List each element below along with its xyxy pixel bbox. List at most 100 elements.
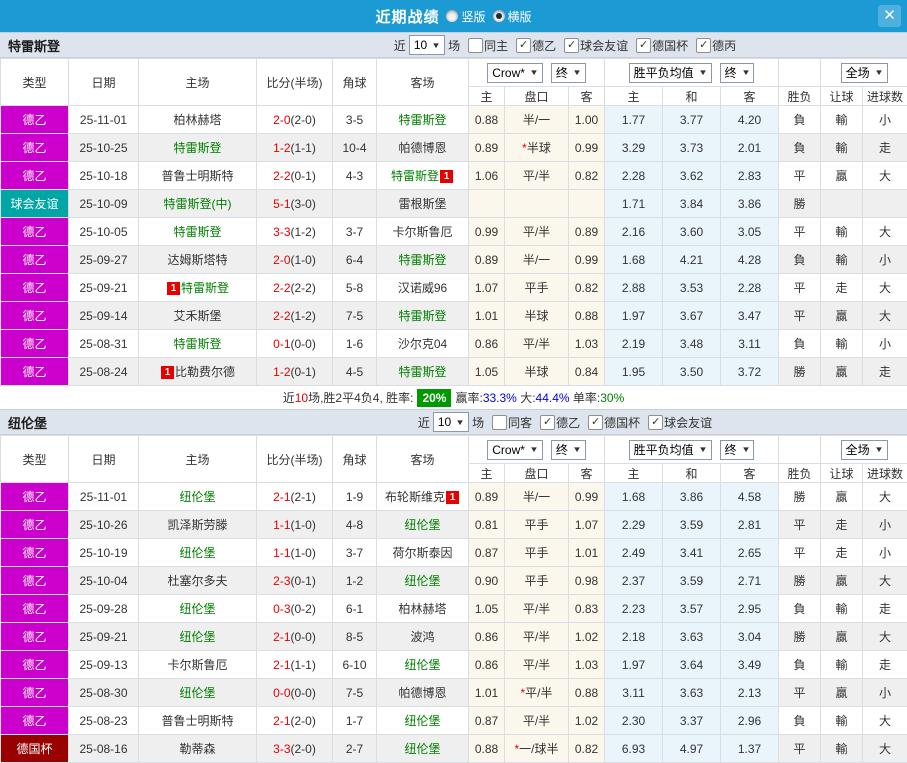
result-handicap-cell: 輸 bbox=[821, 707, 863, 735]
odds-away-cell: 0.83 bbox=[569, 595, 605, 623]
halftime-score: (1-1) bbox=[291, 658, 316, 672]
checkbox-checked-icon[interactable]: ✓ bbox=[516, 38, 531, 53]
league-filter-checkbox-1-label: 德国杯 bbox=[604, 414, 640, 431]
match-row: 德乙25-09-28纽伦堡0-3(0-2)6-1柏林赫塔1.05平/半0.832… bbox=[1, 595, 907, 623]
matches-suffix-label: 场 bbox=[448, 37, 460, 54]
matches-count-select[interactable]: 10▼ bbox=[433, 412, 469, 432]
odds-company-select-value: Crow* bbox=[492, 66, 525, 80]
league-filter-checkbox-3[interactable]: ✓德丙 bbox=[691, 37, 736, 54]
radio-unselected-icon[interactable] bbox=[446, 10, 458, 22]
handicap-cell: 平手 bbox=[505, 539, 569, 567]
scope-select[interactable]: 全场▼ bbox=[841, 63, 888, 83]
sub-column-header-6: 胜负 bbox=[779, 464, 821, 483]
handicap-cell: 平/半 bbox=[505, 162, 569, 190]
handicap-cell: 半/一 bbox=[505, 106, 569, 134]
odds-home-cell: 0.87 bbox=[469, 707, 505, 735]
matches-count-select[interactable]: 10▼ bbox=[409, 35, 445, 55]
home-team-cell: 柏林赫塔 bbox=[139, 106, 257, 134]
view-option-vertical[interactable]: 竖版 bbox=[446, 8, 485, 25]
halftime-score: (0-0) bbox=[291, 686, 316, 700]
home-team-name: 卡尔斯鲁厄 bbox=[167, 658, 227, 672]
avg-home-cell: 2.30 bbox=[605, 707, 663, 735]
away-team-name: 纽伦堡 bbox=[404, 658, 440, 672]
same-venue-checkbox[interactable]: 同客 bbox=[487, 414, 532, 431]
odds-home-cell: 0.86 bbox=[469, 623, 505, 651]
match-row: 德乙25-09-27达姆斯塔特2-0(1-0)6-4特雷斯登0.89半/一0.9… bbox=[1, 246, 907, 274]
handicap-cell: 平/半 bbox=[505, 595, 569, 623]
avg-away-cell: 4.58 bbox=[721, 483, 779, 511]
handicap-cell: 半球 bbox=[505, 302, 569, 330]
view-option-horizontal-label: 横版 bbox=[508, 8, 532, 25]
odds-away-cell: 0.99 bbox=[569, 134, 605, 162]
home-team-name: 特雷斯登 bbox=[173, 225, 221, 239]
avg-draw-cell: 3.53 bbox=[663, 274, 721, 302]
away-team-cell: 汉诺威96 bbox=[377, 274, 469, 302]
same-venue-checkbox[interactable]: 同主 bbox=[463, 37, 508, 54]
avg-draw-cell: 3.60 bbox=[663, 218, 721, 246]
odds-company-select[interactable]: Crow* ▼ bbox=[487, 63, 543, 83]
sub-column-header-1: 盘口 bbox=[505, 464, 569, 483]
avg-home-cell: 2.16 bbox=[605, 218, 663, 246]
checkbox-checked-icon[interactable]: ✓ bbox=[648, 415, 663, 430]
league-type-cell: 德国杯 bbox=[1, 735, 69, 763]
dropdown-arrow-icon: ▼ bbox=[529, 68, 539, 77]
checkbox-checked-icon[interactable]: ✓ bbox=[588, 415, 603, 430]
avg-odds-select[interactable]: 胜平负均值▼ bbox=[629, 440, 712, 460]
home-team-cell: 纽伦堡 bbox=[139, 679, 257, 707]
away-team-cell: 卡尔斯鲁厄 bbox=[377, 218, 469, 246]
league-filter-checkbox-1[interactable]: ✓球会友谊 bbox=[559, 37, 628, 54]
home-team-cell: 普鲁士明斯特 bbox=[139, 162, 257, 190]
checkbox-unchecked-icon[interactable] bbox=[468, 38, 483, 53]
handicap-cell: 平手 bbox=[505, 274, 569, 302]
close-button[interactable]: ✕ bbox=[878, 5, 901, 27]
scope-select[interactable]: 全场▼ bbox=[841, 440, 888, 460]
league-filter-checkbox-0[interactable]: ✓德乙 bbox=[511, 37, 556, 54]
handicap-text: 半球 bbox=[527, 141, 551, 155]
result-wdl-cell: 負 bbox=[779, 330, 821, 358]
odds-company-select[interactable]: Crow*▼ bbox=[487, 440, 543, 460]
handicap-cell bbox=[505, 190, 569, 218]
league-filter-checkbox-0[interactable]: ✓德乙 bbox=[535, 414, 580, 431]
avg-away-cell: 3.05 bbox=[721, 218, 779, 246]
home-team-cell: 凯泽斯劳滕 bbox=[139, 511, 257, 539]
avg-odds-select-value: 胜平负均值 bbox=[634, 64, 694, 81]
view-option-horizontal[interactable]: 横版 bbox=[493, 8, 532, 25]
odds-away-cell: 0.82 bbox=[569, 735, 605, 763]
sub-column-header-2: 客 bbox=[569, 464, 605, 483]
checkbox-checked-icon[interactable]: ✓ bbox=[540, 415, 555, 430]
score-cell: 2-2(1-2) bbox=[257, 302, 333, 330]
radio-selected-icon[interactable] bbox=[493, 10, 505, 22]
home-team-name: 普鲁士明斯特 bbox=[161, 169, 233, 183]
avg-home-cell: 1.68 bbox=[605, 246, 663, 274]
away-team-name: 帕德博恩 bbox=[398, 686, 446, 700]
league-type-cell: 德乙 bbox=[1, 651, 69, 679]
avg-final-select[interactable]: 终▼ bbox=[720, 63, 755, 83]
avg-home-cell: 1.77 bbox=[605, 106, 663, 134]
result-handicap-cell: 輸 bbox=[821, 106, 863, 134]
odds-final-select[interactable]: 终▼ bbox=[551, 440, 586, 460]
odds-final-select[interactable]: 终▼ bbox=[551, 63, 586, 83]
result-handicap-cell: 輸 bbox=[821, 735, 863, 763]
avg-home-cell: 3.29 bbox=[605, 134, 663, 162]
avg-final-select[interactable]: 终▼ bbox=[720, 440, 755, 460]
checkbox-unchecked-icon[interactable] bbox=[492, 415, 507, 430]
away-team-cell: 纽伦堡 bbox=[377, 567, 469, 595]
avg-away-cell: 2.13 bbox=[721, 679, 779, 707]
home-team-cell: 杜塞尔多夫 bbox=[139, 567, 257, 595]
result-goals-cell: 小 bbox=[863, 539, 907, 567]
away-team-cell: 特雷斯登 bbox=[377, 106, 469, 134]
league-filter-checkbox-2[interactable]: ✓德国杯 bbox=[631, 37, 688, 54]
column-header-1: 日期 bbox=[69, 59, 139, 106]
checkbox-checked-icon[interactable]: ✓ bbox=[636, 38, 651, 53]
league-filter-checkbox-2[interactable]: ✓球会友谊 bbox=[643, 414, 712, 431]
avg-away-cell: 3.86 bbox=[721, 190, 779, 218]
team-name-heading: 特雷斯登 bbox=[0, 36, 223, 55]
checkbox-checked-icon[interactable]: ✓ bbox=[564, 38, 579, 53]
avg-odds-select[interactable]: 胜平负均值▼ bbox=[629, 63, 712, 83]
league-filter-checkbox-0-label: 德乙 bbox=[556, 414, 580, 431]
league-filter-checkbox-1[interactable]: ✓德国杯 bbox=[583, 414, 640, 431]
checkbox-checked-icon[interactable]: ✓ bbox=[696, 38, 711, 53]
avg-home-cell: 2.28 bbox=[605, 162, 663, 190]
result-goals-cell: 走 bbox=[863, 134, 907, 162]
result-wdl-cell: 平 bbox=[779, 302, 821, 330]
